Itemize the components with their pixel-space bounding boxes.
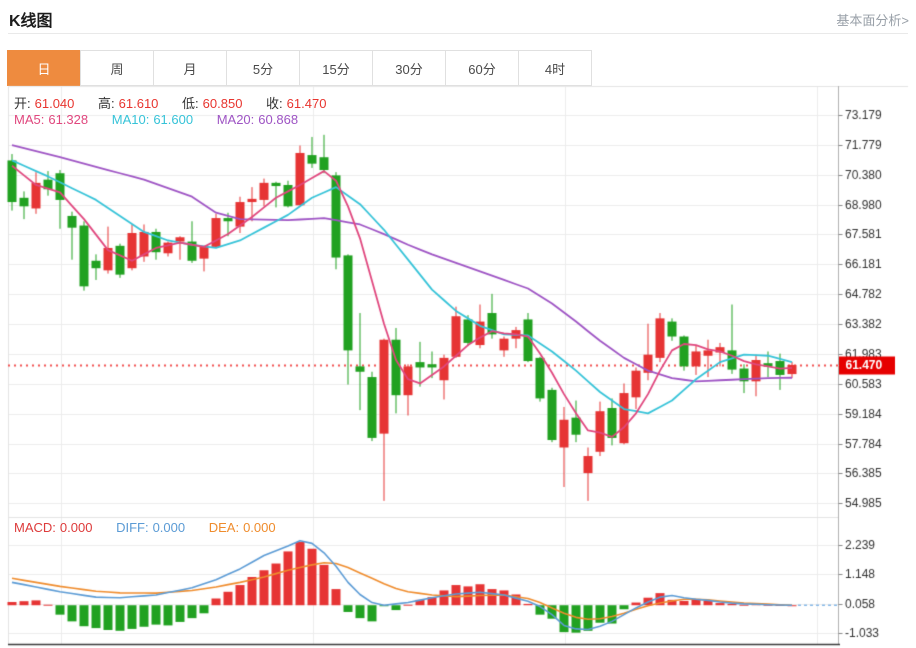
- kline-chart-canvas[interactable]: [0, 85, 916, 648]
- tab-15min[interactable]: 15分: [299, 50, 373, 86]
- tab-day[interactable]: 日: [7, 50, 81, 86]
- tab-60min[interactable]: 60分: [445, 50, 519, 86]
- fundamental-analysis-link[interactable]: 基本面分析>: [836, 10, 909, 29]
- tab-5min[interactable]: 5分: [226, 50, 300, 86]
- title-divider: [8, 33, 908, 34]
- tab-week[interactable]: 周: [80, 50, 154, 86]
- tab-4hour[interactable]: 4时: [518, 50, 592, 86]
- period-tabs: 日 周 月 5分 15分 30分 60分 4时: [8, 50, 592, 86]
- tab-30min[interactable]: 30分: [372, 50, 446, 86]
- page-title: K线图: [9, 7, 53, 31]
- tab-month[interactable]: 月: [153, 50, 227, 86]
